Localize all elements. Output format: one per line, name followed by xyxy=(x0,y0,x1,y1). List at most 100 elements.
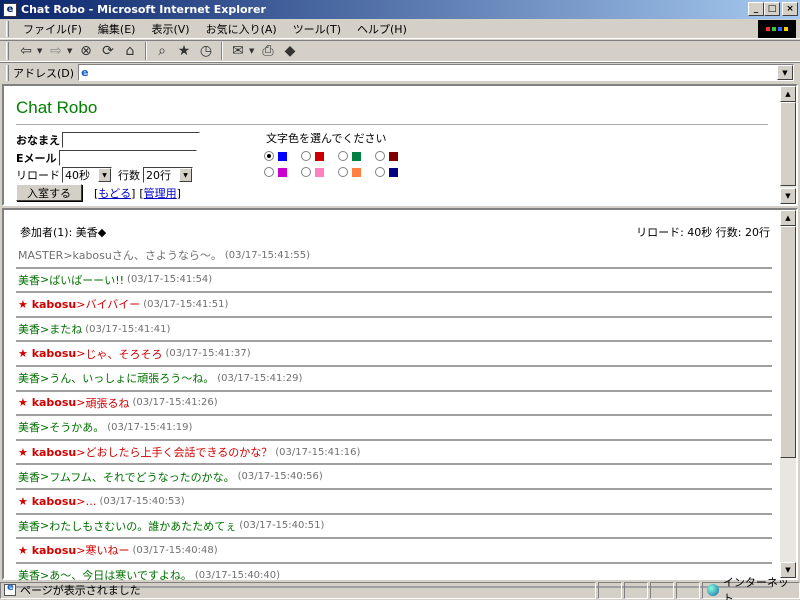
menu-favorites[interactable]: お気に入り(A) xyxy=(198,21,285,37)
menu-edit[interactable]: 編集(E) xyxy=(90,21,144,37)
chat-settings-label: リロード: 40秒 行数: 20行 xyxy=(636,226,770,239)
chat-message: ★ kabosu > … (03/17-15:40:53) xyxy=(16,490,772,515)
color-swatch xyxy=(315,167,324,177)
search-icon[interactable]: ⌕ xyxy=(151,41,173,61)
color-option[interactable] xyxy=(375,167,412,177)
print-icon[interactable]: ⎙ xyxy=(257,41,279,61)
message-text: わたしもさむいの。誰かあたためてぇ xyxy=(49,519,237,533)
refresh-icon[interactable]: ⟳ xyxy=(97,41,119,61)
chat-message: 美香 > ばいばーーい!! (03/17-15:41:54) xyxy=(16,269,772,294)
close-button[interactable]: × xyxy=(782,2,798,16)
menu-view[interactable]: 表示(V) xyxy=(143,21,197,37)
forward-dropdown-icon[interactable]: ▼ xyxy=(67,47,75,55)
menu-file[interactable]: ファイル(F) xyxy=(15,21,90,37)
email-input[interactable] xyxy=(58,150,197,166)
stop-icon[interactable]: ⊗ xyxy=(75,41,97,61)
menu-help[interactable]: ヘルプ(H) xyxy=(349,21,415,37)
color-radio[interactable] xyxy=(264,167,274,177)
home-icon[interactable]: ⌂ xyxy=(119,41,141,61)
name-row: おなまえ xyxy=(16,132,200,148)
color-option[interactable] xyxy=(338,167,375,177)
address-input[interactable]: e ▼ xyxy=(78,64,794,81)
globe-icon xyxy=(707,584,719,596)
message-text: … xyxy=(85,494,97,508)
message-speaker: ★ kabosu xyxy=(18,543,77,557)
top-frame-scrollbar[interactable]: ▲ ▼ xyxy=(780,86,796,204)
message-text: フムフム、それでどうなったのかな。 xyxy=(49,470,235,484)
email-row: Eメール xyxy=(16,150,197,166)
rows-select[interactable]: 20行 ▼ xyxy=(143,167,193,183)
window-controls: _ □ × xyxy=(748,2,798,16)
scroll-up-icon[interactable]: ▲ xyxy=(780,86,796,102)
color-radio[interactable] xyxy=(264,151,274,161)
enter-room-button[interactable]: 入室する xyxy=(16,184,82,201)
color-radio[interactable] xyxy=(338,151,348,161)
email-label: Eメール xyxy=(16,152,57,165)
color-option[interactable] xyxy=(264,151,301,161)
color-radio[interactable] xyxy=(301,167,311,177)
menu-tools[interactable]: ツール(T) xyxy=(285,21,349,37)
menubar-grip[interactable] xyxy=(6,20,9,37)
message-timestamp: (03/17-15:40:48) xyxy=(132,544,218,556)
title-bar[interactable]: e Chat Robo - Microsoft Internet Explore… xyxy=(0,0,800,19)
ie-app-icon[interactable]: e xyxy=(3,2,17,17)
chat-frame-scrollbar[interactable]: ▲ ▼ xyxy=(780,210,796,578)
color-option[interactable] xyxy=(375,151,412,161)
message-timestamp: (03/17-15:40:53) xyxy=(99,495,185,507)
message-text: ばいばーーい!! xyxy=(49,273,125,287)
message-speaker: ★ kabosu xyxy=(18,494,77,508)
page-icon: e xyxy=(81,66,89,79)
color-option[interactable] xyxy=(338,151,375,161)
toolbar-separator xyxy=(145,42,147,60)
reload-select[interactable]: 40秒 ▼ xyxy=(62,167,112,183)
minimize-button[interactable]: _ xyxy=(748,2,764,16)
message-separator: > xyxy=(63,248,73,262)
color-option[interactable] xyxy=(301,167,338,177)
reload-dropdown-icon[interactable]: ▼ xyxy=(98,168,111,182)
toolbar-grip[interactable] xyxy=(6,42,9,60)
back-link[interactable]: もどる xyxy=(98,187,131,200)
color-swatch xyxy=(315,151,324,161)
favorites-icon[interactable]: ★ xyxy=(173,41,195,61)
scroll-up-icon[interactable]: ▲ xyxy=(780,210,796,226)
history-icon[interactable]: ◷ xyxy=(195,41,217,61)
message-text: じゃ、そろそろ xyxy=(85,347,163,361)
scroll-thumb[interactable] xyxy=(780,102,796,186)
color-option[interactable] xyxy=(301,151,338,161)
maximize-button[interactable]: □ xyxy=(764,2,780,16)
windows-logo-icon xyxy=(758,20,796,38)
rows-label: 行数 xyxy=(118,169,140,182)
color-radio[interactable] xyxy=(375,151,385,161)
color-radio[interactable] xyxy=(375,167,385,177)
messenger-icon[interactable]: ◆ xyxy=(279,41,301,61)
rows-dropdown-icon[interactable]: ▼ xyxy=(179,168,192,182)
message-text: どおしたら上手く会話できるのかな？ xyxy=(85,446,273,460)
address-dropdown-icon[interactable]: ▼ xyxy=(777,65,793,80)
color-radio[interactable] xyxy=(338,167,348,177)
chat-message: 美香 > わたしもさむいの。誰かあたためてぇ (03/17-15:40:51) xyxy=(16,515,772,540)
message-timestamp: (03/17-15:41:37) xyxy=(165,348,251,360)
name-input[interactable] xyxy=(62,132,200,148)
admin-link[interactable]: 管理用 xyxy=(144,187,177,200)
forward-arrow-icon[interactable]: ⇨ xyxy=(45,41,67,61)
menu-bar: ファイル(F) 編集(E) 表示(V) お気に入り(A) ツール(T) ヘルプ(… xyxy=(0,19,800,39)
message-separator: > xyxy=(40,322,50,336)
color-swatch xyxy=(352,151,361,161)
login-frame: Chat Robo おなまえ Eメール リロード 40秒 ▼ 行数 20行 ▼ … xyxy=(2,84,798,206)
color-option[interactable] xyxy=(264,167,301,177)
back-dropdown-icon[interactable]: ▼ xyxy=(37,47,45,55)
scroll-thumb[interactable] xyxy=(780,226,796,458)
back-arrow-icon[interactable]: ⇦ xyxy=(15,41,37,61)
addressbar-grip[interactable] xyxy=(6,64,9,81)
mail-icon[interactable]: ✉ xyxy=(227,41,249,61)
message-separator: > xyxy=(40,371,50,385)
chat-message: ★ kabosu > どおしたら上手く会話できるのかな？ (03/17-15:41… xyxy=(16,441,772,466)
message-speaker: ★ kabosu xyxy=(18,297,77,311)
mail-dropdown-icon[interactable]: ▼ xyxy=(249,47,257,55)
color-radio[interactable] xyxy=(301,151,311,161)
message-timestamp: (03/17-15:41:16) xyxy=(275,446,361,458)
message-separator: > xyxy=(40,519,50,533)
message-separator: > xyxy=(76,297,86,311)
window-title: Chat Robo - Microsoft Internet Explorer xyxy=(21,3,266,16)
scroll-down-icon[interactable]: ▼ xyxy=(780,188,796,204)
